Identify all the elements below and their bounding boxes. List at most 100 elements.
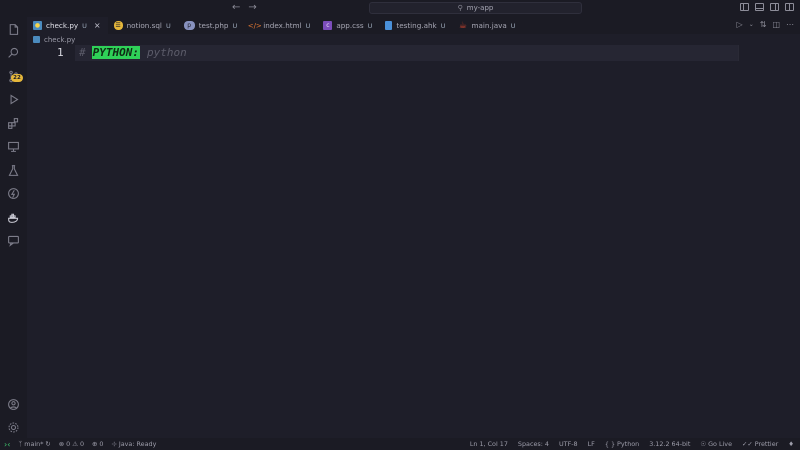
css-file-icon: c [323,21,333,30]
toggle-panel-icon[interactable] [755,3,764,11]
prettier-status[interactable]: ✓✓ Prettier [742,440,778,448]
python-file-icon: ● [33,21,42,30]
title-bar: ← → ⚲ my-app [0,0,800,17]
warning-count: 0 [79,440,85,448]
compare-icon[interactable]: ⇅ [760,20,767,29]
prettier-label: Prettier [754,440,779,448]
arrow-right-icon[interactable]: → [248,2,256,13]
warning-icon: ⚠ [72,440,78,448]
tab-label: test.php [198,21,229,30]
tab-notion-sql[interactable]: ☰ notion.sql U [108,17,178,34]
python-interpreter[interactable]: 3.12.2 64-bit [649,440,690,448]
breadcrumb: check.py [33,34,75,45]
layout-controls [740,3,794,11]
tab-label: index.html [263,21,302,30]
java-status-text: Java: Ready [118,440,157,448]
breadcrumb-file[interactable]: check.py [44,36,75,44]
source-control-badge: 22 [11,74,23,82]
status-bar: ›‹ ᛉ main* ↻ ⊗ 0 ⚠ 0 ⊕ 0 ⊹ Java: Ready L… [0,438,800,450]
code-editor[interactable]: 1 # PYTHON: python [27,45,800,438]
remote-icon[interactable]: ›‹ [4,440,10,449]
tab-status: U [82,21,87,30]
lightning-icon[interactable] [6,186,21,201]
python-file-icon [33,36,40,43]
more-actions-icon[interactable]: ⋯ [786,20,794,29]
java-icon: ⊹ [111,440,117,448]
toggle-secondary-sidebar-icon[interactable] [770,3,779,11]
flask-icon[interactable] [6,163,21,178]
encoding[interactable]: UTF-8 [559,440,578,448]
run-icon[interactable]: ▷ [737,20,743,29]
tab-status: U [165,21,171,30]
command-center-search[interactable]: ⚲ my-app [369,2,582,14]
php-file-icon: p [183,21,195,30]
tab-label: app.css [336,21,364,30]
branch-icon: ᛉ [18,440,23,448]
tab-label: main.java [471,21,507,30]
comment-text: python [146,46,187,59]
remote-explorer-icon[interactable] [6,139,21,154]
html-file-icon: </> [247,21,262,30]
close-icon[interactable]: × [94,21,101,30]
broadcast-icon: ☉ [700,440,707,448]
end-of-line[interactable]: LF [588,440,595,448]
tab-status: U [510,21,516,30]
navigation-arrows: ← → [232,2,257,13]
vertical-ruler [738,45,739,61]
tab-test-php[interactable]: p test.php U [178,17,245,34]
line-number: 1 [57,46,64,59]
tab-status: U [367,21,373,30]
problems-indicator[interactable]: ⊗ 0 ⚠ 0 [59,440,84,448]
extensions-icon[interactable] [6,116,21,131]
branch-indicator[interactable]: ᛉ main* ↻ [18,440,50,448]
tab-check-py[interactable]: ● check.py U × [27,17,108,34]
error-icon: ⊗ [58,440,65,448]
tab-index-html[interactable]: </> index.html U [244,17,317,34]
tab-label: notion.sql [126,21,162,30]
language-mode[interactable]: { } Python [605,440,639,448]
chevron-down-icon[interactable]: ⌄ [749,21,754,28]
whale-icon[interactable] [6,210,21,225]
java-status[interactable]: ⊹ Java: Ready [111,440,156,448]
tab-label: testing.ahk [396,21,437,30]
account-icon[interactable] [6,397,21,412]
search-icon: ⚲ [457,4,463,12]
customize-layout-icon[interactable] [785,3,794,11]
activity-bar: 22 [0,17,27,438]
file-icon [385,21,393,30]
toggle-primary-sidebar-icon[interactable] [740,3,749,11]
editor-actions: ▷ ⌄ ⇅ ◫ ⋯ [737,20,794,29]
tab-app-css[interactable]: c app.css U [317,17,379,34]
ports-indicator[interactable]: ⊕ 0 [92,440,103,448]
go-live-label: Go Live [708,440,733,448]
tab-label: check.py [46,21,79,30]
ports-icon: ⊕ [92,440,98,448]
editor-tab-bar: ● check.py U × ☰ notion.sql U p test.php… [27,17,800,34]
gear-icon[interactable] [6,420,21,435]
files-icon[interactable] [6,22,21,37]
cursor-position[interactable]: Ln 1, Col 17 [470,440,508,448]
tab-testing-ahk[interactable]: testing.ahk U [379,17,452,34]
error-count: 0 [66,440,71,448]
comment-tag: PYTHON: [91,46,140,59]
language-label: Python [617,440,640,448]
braces-icon: { } [604,440,616,448]
split-editor-icon[interactable]: ◫ [772,20,780,29]
branch-name: main* [24,440,44,448]
indentation[interactable]: Spaces: 4 [518,440,549,448]
run-debug-icon[interactable] [6,92,21,107]
tab-main-java[interactable]: ☕ main.java U [452,17,522,34]
notifications-icon[interactable]: ♦ [788,440,794,448]
arrow-left-icon[interactable]: ← [232,2,240,13]
sync-icon: ↻ [45,440,51,448]
chat-icon[interactable] [6,233,21,248]
java-file-icon: ☕ [458,20,467,31]
tab-status: U [305,21,311,30]
double-check-icon: ✓✓ [742,440,753,448]
database-file-icon: ☰ [113,21,123,30]
go-live-button[interactable]: ☉ Go Live [700,440,732,448]
tab-status: U [232,21,238,30]
search-icon[interactable] [6,45,21,60]
code-line[interactable]: # PYTHON: python [79,46,187,59]
ports-count: 0 [99,440,104,448]
